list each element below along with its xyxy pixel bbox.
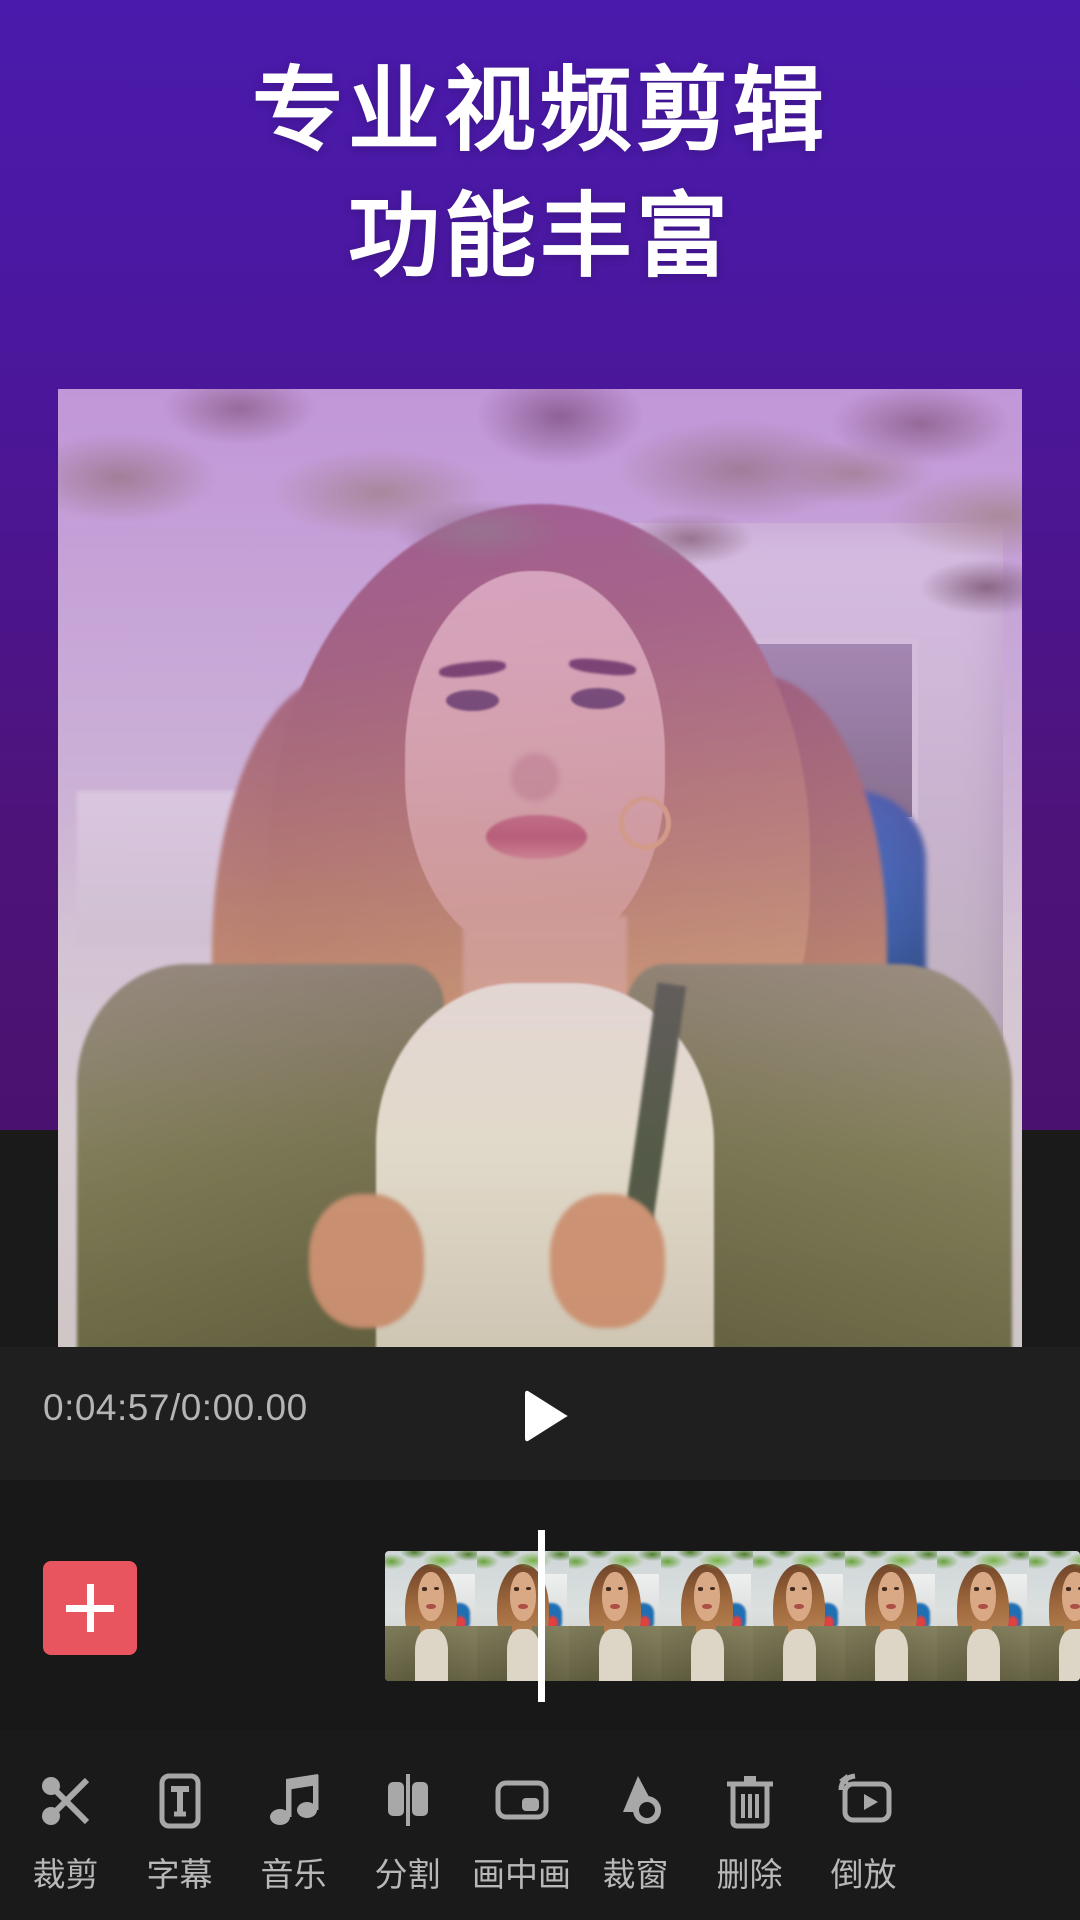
video-editor-screen: 专业视频剪辑 功能丰富 0:04:57/0:00.00 裁剪 字幕 音乐 分割 … (0, 0, 1080, 1920)
page-title: 专业视频剪辑 功能丰富 (0, 48, 1080, 300)
tool-picture-in-picture[interactable]: 画中画 (466, 1768, 577, 1896)
tool-split[interactable]: 分割 (352, 1768, 463, 1896)
text-box-icon (147, 1768, 213, 1834)
trash-icon (717, 1768, 783, 1834)
crop-window-icon (603, 1768, 669, 1834)
tool-scissors[interactable]: 裁剪 (10, 1768, 121, 1896)
tool-label: 倒放 (830, 1856, 897, 1893)
filmstrip-frame[interactable] (661, 1551, 753, 1681)
add-clip-button[interactable] (43, 1561, 137, 1655)
filmstrip[interactable] (385, 1551, 1080, 1681)
tool-text-box[interactable]: 字幕 (124, 1768, 235, 1896)
tool-label: 删除 (716, 1856, 783, 1893)
play-button[interactable] (508, 1381, 578, 1451)
hero-title-line-2: 功能丰富 (347, 186, 732, 288)
filmstrip-frame[interactable] (477, 1551, 569, 1681)
filmstrip-frame[interactable] (845, 1551, 937, 1681)
tool-label: 分割 (374, 1856, 441, 1893)
reverse-play-icon (831, 1768, 897, 1834)
scissors-icon (33, 1768, 99, 1834)
timecode-display: 0:04:57/0:00.00 (43, 1387, 308, 1428)
tool-label: 裁剪 (32, 1856, 99, 1893)
filmstrip-frame[interactable] (937, 1551, 1029, 1681)
video-preview[interactable] (58, 389, 1022, 1347)
split-icon (375, 1768, 441, 1834)
filmstrip-frame[interactable] (569, 1551, 661, 1681)
play-icon (525, 1390, 568, 1442)
tool-label: 字幕 (146, 1856, 213, 1893)
filmstrip-frame[interactable] (1029, 1551, 1080, 1681)
timeline[interactable] (0, 1480, 1080, 1730)
filmstrip-frame[interactable] (753, 1551, 845, 1681)
tool-reverse-play[interactable]: 倒放 (808, 1768, 919, 1896)
tool-crop-window[interactable]: 裁窗 (580, 1768, 691, 1896)
tool-trash[interactable]: 删除 (694, 1768, 805, 1896)
tool-music-note[interactable]: 音乐 (238, 1768, 349, 1896)
filmstrip-frame[interactable] (385, 1551, 477, 1681)
tool-label: 裁窗 (602, 1856, 669, 1893)
tool-bar[interactable]: 裁剪 字幕 音乐 分割 画中画 裁窗 删除 倒放 (0, 1730, 1080, 1920)
preview-artwork (58, 389, 1022, 1347)
hero-title-line-1: 专业视频剪辑 (251, 60, 828, 162)
playhead[interactable] (538, 1530, 545, 1702)
picture-in-picture-icon (489, 1768, 555, 1834)
music-note-icon (261, 1768, 327, 1834)
player-bar: 0:04:57/0:00.00 (0, 1347, 1080, 1480)
tool-label: 音乐 (260, 1856, 327, 1893)
tool-label: 画中画 (472, 1856, 571, 1893)
